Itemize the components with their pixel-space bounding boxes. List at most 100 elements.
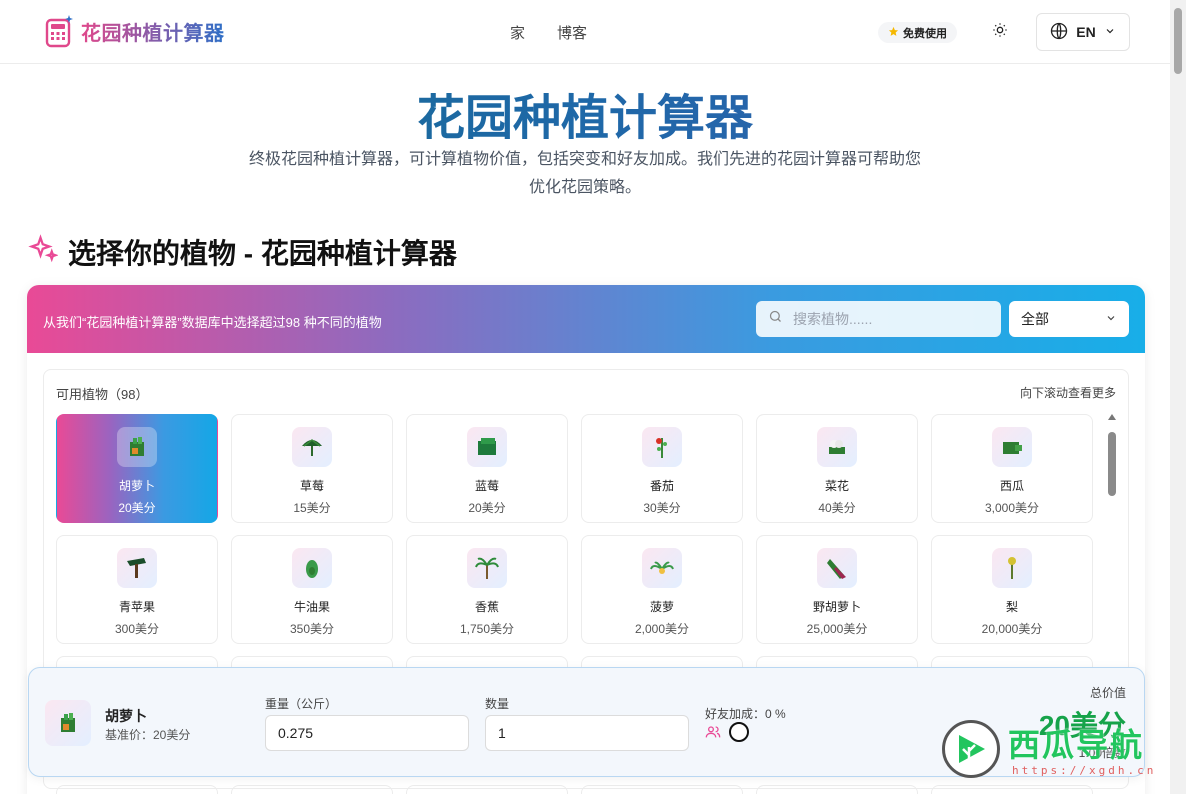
panel-banner: 从我们“花园种植计算器”数据库中选择超过98 种不同的植物 全部 (27, 285, 1145, 353)
plant-name: 草莓 (299, 479, 324, 493)
friend-bonus-toggle[interactable] (729, 722, 749, 742)
plant-name: 菜花 (824, 479, 849, 493)
top-header: 花园种植计算器 家 博客 免费使用 EN (0, 0, 1170, 64)
plant-card-partial[interactable] (56, 785, 218, 794)
scroll-up-arrow-icon[interactable] (1108, 414, 1116, 420)
logo-text: 花园种植计算器 (81, 17, 225, 46)
selected-plant-base-price: 基准价：20美分 (105, 728, 191, 742)
plant-card[interactable]: 番茄 30美分 (581, 414, 743, 523)
logo[interactable]: 花园种植计算器 (45, 14, 225, 48)
plant-name: 菠萝 (649, 600, 674, 614)
hero-title: 花园种植计算器 (0, 78, 1170, 148)
plants-count: 可用植物（98） (56, 387, 149, 402)
search-input[interactable] (793, 311, 983, 327)
watermark: 西瓜导航 https://xgdh.cn (942, 718, 1172, 788)
watermelon-icon (992, 427, 1032, 467)
plant-price: 15美分 (293, 501, 331, 515)
watermark-url: https://xgdh.cn (1012, 764, 1157, 777)
language-label: EN (1076, 24, 1096, 40)
total-value-label: 总价值 (1089, 686, 1126, 700)
pear-icon (992, 548, 1032, 588)
banner-text: 从我们“花园种植计算器”数据库中选择超过98 种不同的植物 (43, 315, 382, 330)
page-scrollbar-thumb[interactable] (1174, 8, 1182, 74)
plant-price: 1,750美分 (459, 622, 515, 636)
plant-card[interactable]: 菠萝 2,000美分 (581, 535, 743, 644)
plant-price: 30美分 (643, 501, 681, 515)
language-selector[interactable]: EN (1036, 13, 1130, 51)
plant-card-partial[interactable] (406, 785, 568, 794)
watermark-text: 西瓜导航 (1008, 727, 1145, 763)
plant-price: 3,000美分 (984, 501, 1040, 515)
category-filter-select[interactable]: 全部 (1009, 301, 1129, 337)
chevron-down-icon (1105, 311, 1117, 327)
plant-price: 40美分 (818, 501, 856, 515)
strawberry-icon (292, 427, 332, 467)
plant-name: 番茄 (649, 479, 674, 493)
plant-price: 20美分 (468, 501, 506, 515)
plant-name: 梨 (1005, 600, 1018, 614)
watermark-logo-icon (942, 720, 1000, 778)
section-title-text: 选择你的植物 - 花园种植计算器 (68, 238, 457, 269)
nav-blog[interactable]: 博客 (557, 22, 587, 43)
plant-name: 西瓜 (999, 479, 1024, 493)
plant-card[interactable]: 草莓 15美分 (231, 414, 393, 523)
avocado-icon (292, 548, 332, 588)
globe-icon (1050, 22, 1068, 43)
plant-name: 牛油果 (293, 600, 330, 614)
weight-input[interactable] (265, 715, 469, 751)
plant-card[interactable]: 胡萝卜 20美分 (56, 414, 218, 523)
sparkles-icon (28, 233, 59, 271)
calculator-icon (45, 14, 73, 48)
plant-name: 野胡萝卜 (812, 600, 861, 614)
chevron-down-icon (1104, 24, 1116, 40)
plant-name: 胡萝卜 (118, 479, 155, 493)
plant-card[interactable]: 蓝莓 20美分 (406, 414, 568, 523)
carrot-icon (45, 700, 91, 746)
quantity-input[interactable] (485, 715, 689, 751)
weight-label: 重量（公斤） (265, 697, 338, 711)
plant-card[interactable]: 香蕉 1,750美分 (406, 535, 568, 644)
plant-price: 20美分 (118, 501, 156, 515)
plant-card-partial[interactable] (231, 785, 393, 794)
friend-bonus-label: 好友加成：0 % (705, 707, 786, 721)
carrot-icon (117, 427, 157, 467)
wild-carrot-icon (817, 548, 857, 588)
scroll-hint: 向下滚动查看更多 (1019, 386, 1116, 400)
search-icon (768, 309, 783, 329)
theme-toggle-button[interactable] (988, 20, 1012, 44)
plant-price: 350美分 (289, 622, 335, 636)
plant-price: 300美分 (114, 622, 160, 636)
filter-value: 全部 (1021, 311, 1049, 327)
plant-card[interactable]: 西瓜 3,000美分 (931, 414, 1093, 523)
quantity-label: 数量 (485, 697, 510, 711)
users-icon (705, 724, 721, 745)
plant-card[interactable]: 菜花 40美分 (756, 414, 918, 523)
plant-card[interactable]: 牛油果 350美分 (231, 535, 393, 644)
star-icon (888, 26, 899, 40)
nav-home[interactable]: 家 (510, 22, 525, 43)
plant-price: 20,000美分 (981, 622, 1043, 636)
plant-card[interactable]: 青苹果 300美分 (56, 535, 218, 644)
page-scrollbar[interactable] (1170, 0, 1186, 794)
banana-icon (467, 548, 507, 588)
plants-scrollbar[interactable] (1106, 414, 1118, 674)
section-title: 选择你的植物 - 花园种植计算器 (28, 232, 457, 272)
hero-description: 终极花园种植计算器，可计算植物价值，包括突变和好友加成。我们先进的花园计算器可帮… (248, 151, 921, 196)
blueberry-icon (467, 427, 507, 467)
search-box[interactable] (756, 301, 1001, 337)
plant-card-partial[interactable] (756, 785, 918, 794)
plant-name: 蓝莓 (474, 479, 499, 493)
cauliflower-icon (817, 427, 857, 467)
green-apple-icon (117, 548, 157, 588)
pineapple-icon (642, 548, 682, 588)
plants-scrollbar-thumb[interactable] (1108, 432, 1116, 496)
plant-card[interactable]: 野胡萝卜 25,000美分 (756, 535, 918, 644)
plant-card[interactable]: 梨 20,000美分 (931, 535, 1093, 644)
plant-price: 2,000美分 (634, 622, 690, 636)
plant-card-partial[interactable] (581, 785, 743, 794)
selected-plant-name: 胡萝卜 (105, 708, 147, 724)
main-nav: 家 博客 (510, 22, 587, 43)
plant-name: 青苹果 (118, 600, 155, 614)
free-badge-label: 免费使用 (903, 27, 947, 40)
tomato-icon (642, 427, 682, 467)
